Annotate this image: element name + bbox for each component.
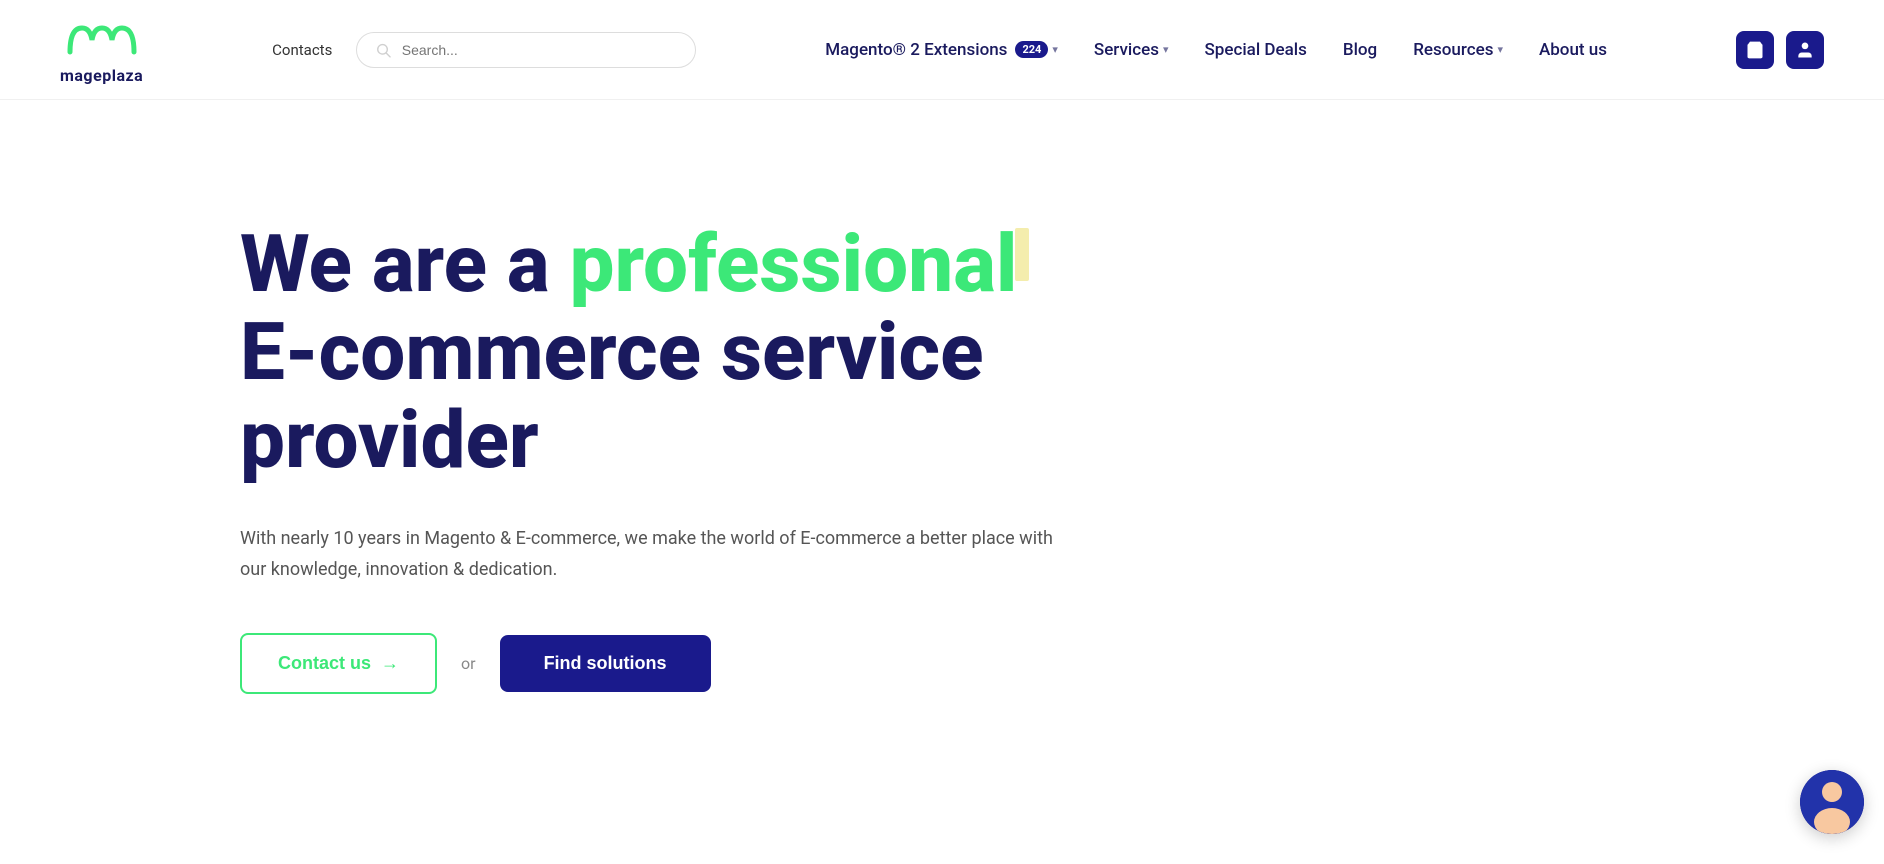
logo-icon xyxy=(62,14,142,64)
nav-item-resources[interactable]: Resources ▾ xyxy=(1397,32,1519,68)
cart-icon xyxy=(1745,40,1765,60)
search-input[interactable] xyxy=(402,42,678,58)
logo[interactable]: mageplaza xyxy=(60,14,143,85)
nav-badge-count: 224 xyxy=(1015,41,1048,58)
user-button[interactable] xyxy=(1786,31,1824,69)
nav-item-services[interactable]: Services ▾ xyxy=(1078,32,1185,68)
hero-title: We are a professional E-commerce service… xyxy=(240,220,1140,484)
contact-us-button[interactable]: Contact us → xyxy=(240,633,437,694)
find-solutions-button[interactable]: Find solutions xyxy=(500,635,711,692)
hero-subtitle: With nearly 10 years in Magento & E-comm… xyxy=(240,524,1060,585)
nav-item-special-deals[interactable]: Special Deals xyxy=(1189,32,1323,68)
chevron-down-icon: ▾ xyxy=(1497,43,1503,56)
hero-title-highlight: professional xyxy=(570,220,1018,308)
nav-item-about-us[interactable]: About us xyxy=(1523,32,1623,68)
chat-widget[interactable] xyxy=(1800,770,1864,834)
main-header: mageplaza Contacts Magento® 2 Extensions… xyxy=(0,0,1884,100)
user-icon xyxy=(1795,40,1815,60)
contacts-link[interactable]: Contacts xyxy=(256,33,348,67)
search-icon xyxy=(375,41,391,59)
nav-item-magento-extensions[interactable]: Magento® 2 Extensions 224 ▾ xyxy=(809,32,1074,68)
nav-menu: Magento® 2 Extensions 224 ▾ Services ▾ S… xyxy=(809,32,1623,68)
header-icons xyxy=(1736,31,1824,69)
arrow-right-icon: → xyxy=(381,653,399,674)
nav-item-blog[interactable]: Blog xyxy=(1327,32,1393,68)
chat-avatar xyxy=(1800,770,1864,834)
hero-title-part2: E-commerce service xyxy=(240,305,983,399)
chevron-down-icon: ▾ xyxy=(1163,43,1169,56)
main-nav: Magento® 2 Extensions 224 ▾ Services ▾ S… xyxy=(809,32,1623,68)
or-text: or xyxy=(461,654,476,673)
chat-person-icon xyxy=(1800,770,1864,834)
hero-title-part3: provider xyxy=(240,393,539,487)
hero-section: We are a professional E-commerce service… xyxy=(0,100,1884,774)
chevron-down-icon: ▾ xyxy=(1052,43,1058,56)
search-bar xyxy=(356,32,696,68)
logo-text: mageplaza xyxy=(60,66,143,85)
hero-title-part1: We are a xyxy=(240,217,570,311)
cart-button[interactable] xyxy=(1736,31,1774,69)
cta-row: Contact us → or Find solutions xyxy=(240,633,1644,694)
header-center: Contacts xyxy=(256,32,696,68)
